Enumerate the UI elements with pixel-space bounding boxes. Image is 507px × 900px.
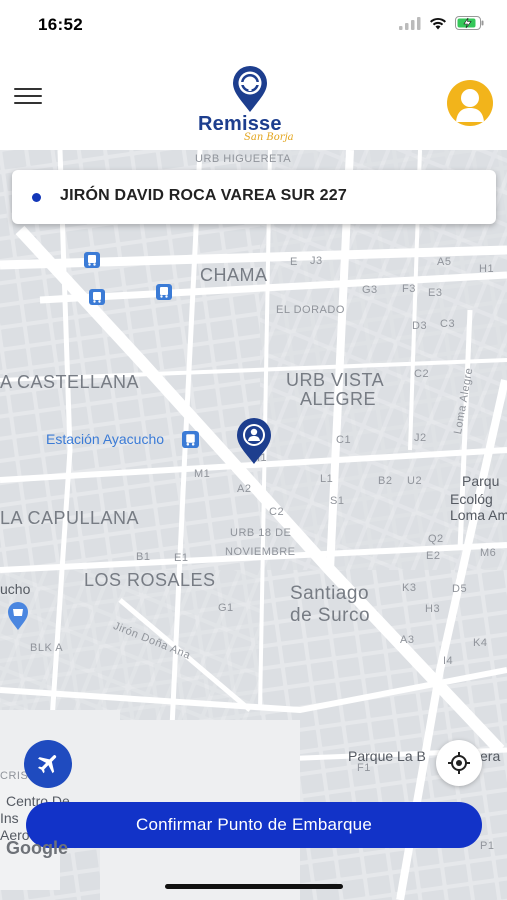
map-label-urb-18-1: URB 18 DE [230, 527, 292, 539]
pickup-pin-icon[interactable] [234, 416, 274, 466]
bus-stop-icon[interactable] [84, 252, 100, 268]
block-code: H1 [479, 263, 495, 275]
map-label-los-rosales: LOS ROSALES [84, 570, 216, 590]
block-code: G1 [218, 602, 234, 614]
block-code: E [290, 256, 298, 268]
map-label-santiago: Santiago [290, 583, 370, 604]
block-code: B1 [136, 551, 151, 563]
map-label-parque-2: Ecológ [450, 491, 493, 507]
map-label-centro-2: Ins [0, 810, 19, 826]
map-label-la-castellana: A CASTELLANA [0, 372, 140, 392]
block-code: P1 [480, 840, 495, 852]
home-indicator[interactable] [165, 884, 343, 889]
block-code: D3 [412, 320, 428, 332]
map-label-cris: CRIS [0, 770, 29, 782]
map-label-la-capullana: LA CAPULLANA [0, 508, 140, 528]
airplane-icon[interactable] [24, 740, 72, 788]
block-code: C3 [440, 318, 456, 330]
block-code: M1 [194, 468, 211, 480]
shopping-pin-icon[interactable] [6, 601, 30, 631]
block-code: M6 [480, 547, 497, 559]
crosshair-locate-icon[interactable] [436, 740, 482, 786]
block-code: L1 [320, 473, 334, 485]
app-logo: Remisse San Borja [190, 65, 310, 143]
block-code: I4 [443, 655, 454, 667]
battery-charging-icon [455, 16, 484, 30]
block-code: S1 [330, 495, 345, 507]
block-code: C1 [336, 434, 352, 446]
block-code: J3 [310, 255, 323, 267]
taxi-pin-icon [233, 66, 267, 112]
map-label-parque-1: Parqu [462, 473, 500, 489]
map-label-alegre: ALEGRE [300, 389, 377, 409]
bus-stop-icon[interactable] [156, 284, 172, 300]
block-code: F1 [357, 762, 371, 774]
map-view[interactable]: URB HIGUERETA CHAMA EL DORADO A CASTELLA… [0, 150, 507, 900]
block-code: A3 [400, 634, 415, 646]
signal-icon [399, 16, 421, 30]
brand-tagline: San Borja [244, 132, 294, 143]
map-label-parque-3: Loma Am [450, 507, 507, 523]
map-label-urb-18-2: NOVIEMBRE [225, 546, 296, 558]
block-code: K4 [473, 637, 488, 649]
map-label-el-dorado: EL DORADO [276, 304, 345, 316]
block-code: K3 [402, 582, 417, 594]
block-code: G3 [362, 284, 378, 296]
status-icons [399, 16, 485, 30]
block-code: C2 [414, 368, 430, 380]
block-code: E1 [174, 552, 189, 564]
block-code: E2 [426, 550, 441, 562]
confirm-pickup-button[interactable]: Confirmar Punto de Embarque [26, 802, 482, 848]
map-label-estacion-ayacucho: Estación Ayacucho [46, 431, 165, 447]
metro-station-icon[interactable] [182, 431, 199, 448]
block-code: Q2 [428, 533, 444, 545]
block-code: F3 [402, 283, 416, 295]
block-code: C2 [269, 506, 285, 518]
status-time: 16:52 [38, 15, 83, 34]
app-header: Remisse San Borja [0, 50, 507, 150]
address-text: JIRÓN DAVID ROCA VAREA SUR 227 [60, 187, 347, 204]
google-attribution: Google [6, 838, 68, 858]
origin-dot-icon [32, 193, 41, 202]
block-code: H3 [425, 603, 441, 615]
block-code: A5 [437, 256, 452, 268]
map-label-de-surco: de Surco [290, 605, 371, 626]
user-avatar-icon[interactable] [447, 80, 493, 126]
map-label-urb-higuereta: URB HIGUERETA [195, 153, 292, 165]
block-code: B2 [378, 475, 393, 487]
map-label-ucho: ucho [0, 581, 31, 597]
block-code: J2 [414, 432, 427, 444]
map-label-parque-la-b2: era [480, 748, 501, 764]
map-label-chama: CHAMA [200, 265, 268, 285]
bus-stop-icon[interactable] [89, 289, 105, 305]
block-code: A2 [237, 483, 252, 495]
map-label-blk-a: BLK A [30, 642, 64, 654]
address-card[interactable]: JIRÓN DAVID ROCA VAREA SUR 227 [12, 170, 496, 224]
map-label-urb-vista: URB VISTA [286, 370, 385, 390]
block-code: D5 [452, 583, 468, 595]
hamburger-menu-icon[interactable] [14, 88, 42, 110]
block-code: U2 [407, 475, 423, 487]
block-code: E3 [428, 287, 443, 299]
status-bar: 16:52 [0, 0, 507, 50]
wifi-icon [430, 17, 446, 29]
